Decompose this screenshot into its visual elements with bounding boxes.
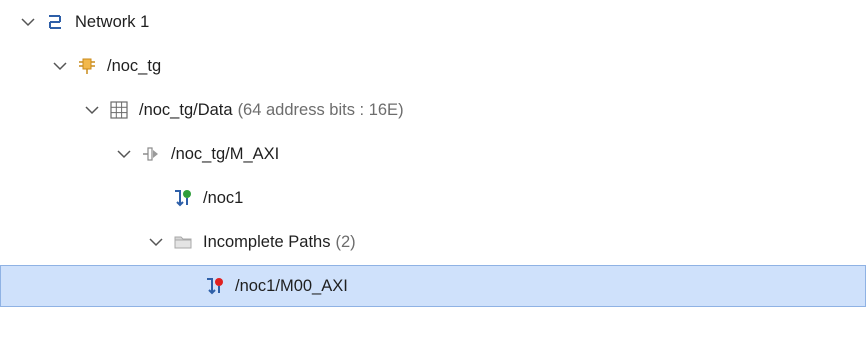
folder-icon [172, 231, 194, 253]
tree-item-label: /noc1/M00_AXI [235, 276, 348, 295]
network-icon [44, 11, 66, 33]
tree-row-noc1[interactable]: /noc1 [0, 176, 866, 220]
tree-row-m-axi[interactable]: /noc_tg/M_AXI [0, 132, 866, 176]
tree-item-label: /noc1 [203, 188, 244, 207]
tree-item-label: /noc_tg/M_AXI [171, 144, 280, 163]
path-count: (2) [335, 232, 356, 251]
interface-port-icon [140, 143, 162, 165]
chevron-down-icon[interactable] [82, 100, 102, 120]
tree-row-noc1-m00-axi[interactable]: /noc1/M00_AXI [0, 265, 866, 307]
tree-row-noc-tg[interactable]: /noc_tg [0, 44, 866, 88]
tree-row-noc-tg-data[interactable]: /noc_tg/Data (64 address bits : 16E) [0, 88, 866, 132]
chevron-down-icon[interactable] [146, 232, 166, 252]
tree-item-label: Incomplete Paths [203, 232, 331, 251]
tree-row-network-1[interactable]: Network 1 [0, 0, 866, 44]
chevron-down-icon[interactable] [50, 56, 70, 76]
chevron-down-icon[interactable] [18, 12, 38, 32]
network-tree: Network 1 /noc_tg /noc_tg/Data (64 addre… [0, 0, 866, 352]
tree-item-label: /noc_tg/Data [139, 100, 233, 119]
error-path-icon [204, 275, 226, 297]
chevron-down-icon[interactable] [114, 144, 134, 164]
tree-item-label: /noc_tg [107, 56, 162, 75]
address-info: (64 address bits : 16E) [237, 100, 404, 119]
tree-item-label: Network 1 [75, 12, 150, 31]
tree-row-incomplete-paths[interactable]: Incomplete Paths (2) [0, 220, 866, 264]
address-space-grid-icon [108, 99, 130, 121]
traffic-generator-icon [76, 55, 98, 77]
connected-path-icon [172, 187, 194, 209]
